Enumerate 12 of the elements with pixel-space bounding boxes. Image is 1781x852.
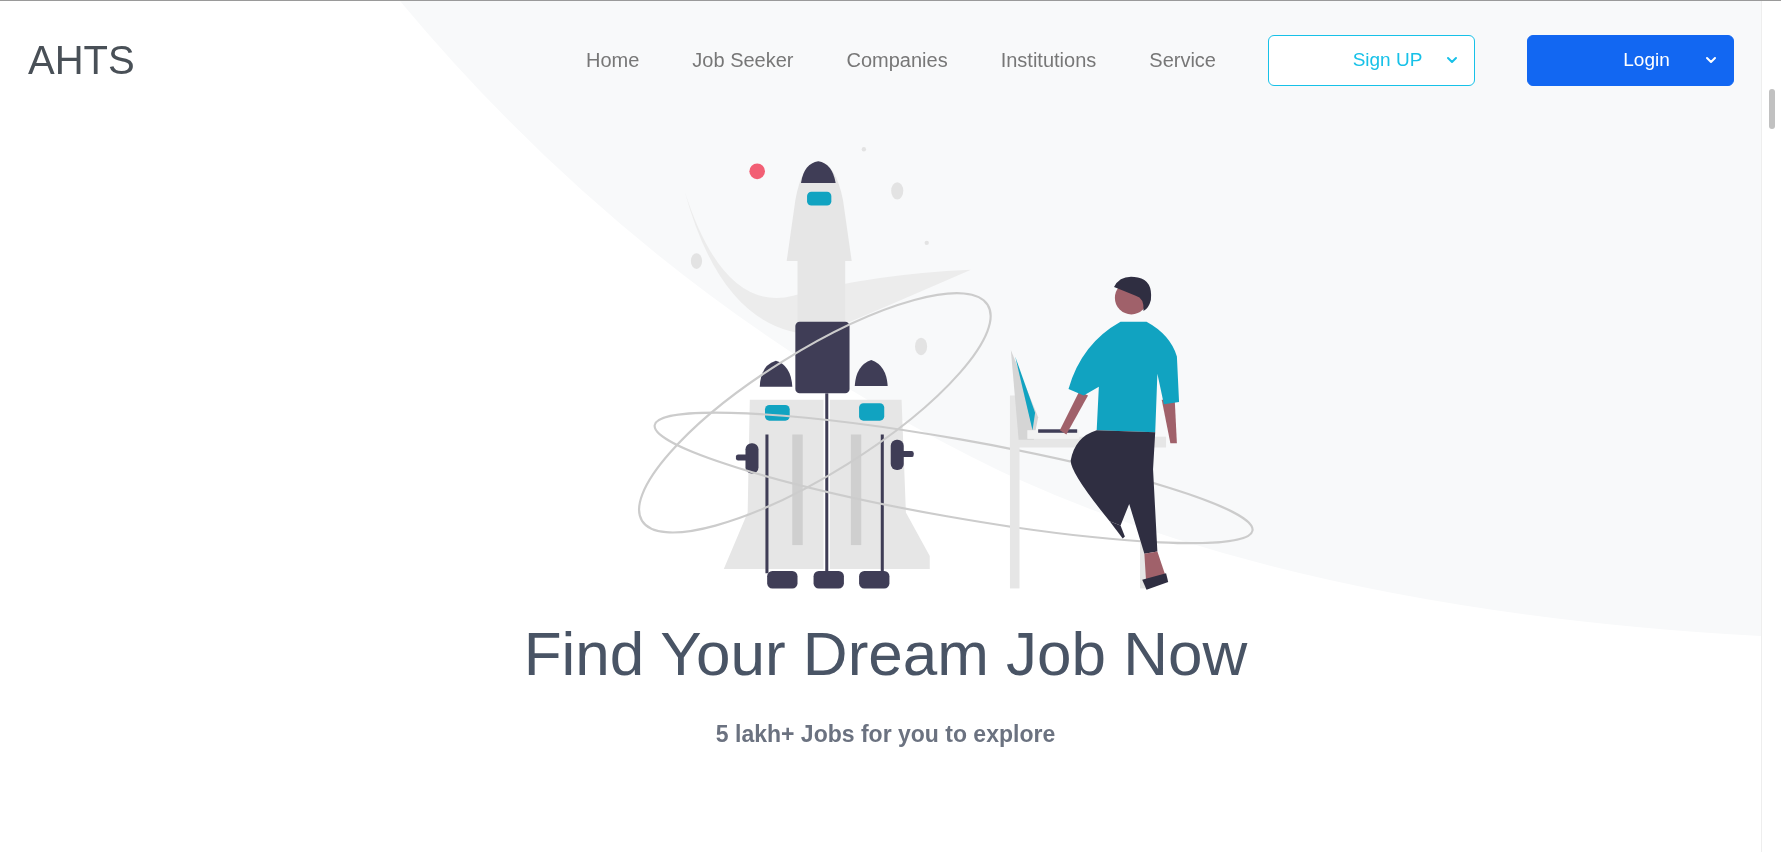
scrollbar-thumb[interactable] <box>1768 89 1775 129</box>
login-dropdown-button[interactable]: Login <box>1527 34 1734 86</box>
brand-logo[interactable]: AHTS <box>28 30 135 90</box>
nav-link[interactable]: Home <box>586 45 640 75</box>
nav-link[interactable]: Job Seeker <box>692 45 794 75</box>
hero-title: Find Your Dream Job Now <box>523 623 1248 685</box>
chevron-down-icon <box>1446 56 1458 64</box>
hero-subtitle: 5 lakh+ Jobs for you to explore <box>715 720 1056 749</box>
nav-link[interactable]: Service <box>1149 45 1216 75</box>
chevron-down-icon <box>1705 56 1717 64</box>
nav-link[interactable]: Institutions <box>1000 45 1097 75</box>
nav-link[interactable]: Companies <box>846 45 948 75</box>
